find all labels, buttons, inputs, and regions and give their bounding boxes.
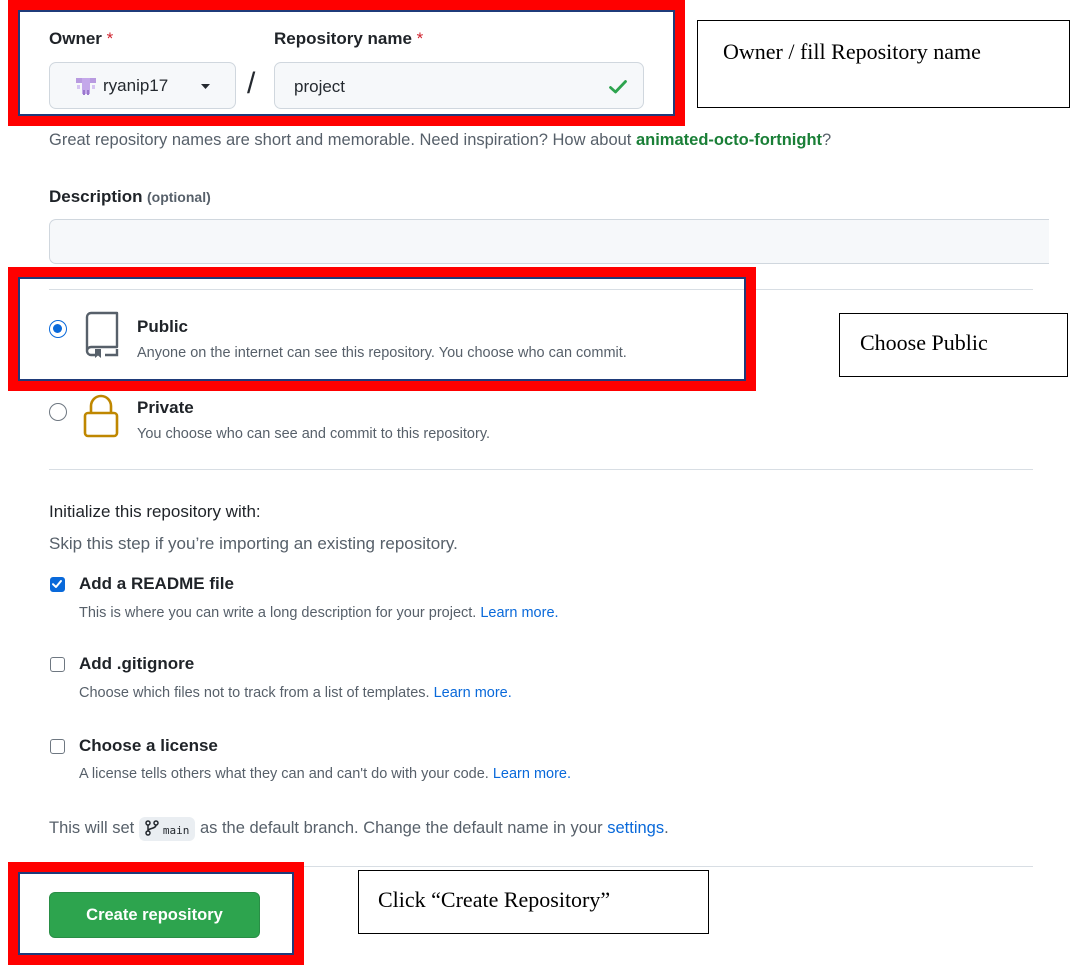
init-subheading: Skip this step if you’re importing an ex…: [49, 534, 458, 553]
license-title: Choose a license: [79, 736, 218, 755]
repo-name-hint: Great repository names are short and mem…: [49, 131, 832, 149]
gitignore-title: Add .gitignore: [79, 654, 195, 673]
gitignore-checkbox[interactable]: [50, 657, 65, 672]
callout-owner: Owner / fill Repository name: [697, 20, 1070, 108]
init-heading: Initialize this repository with:: [49, 502, 261, 521]
private-radio[interactable]: [49, 403, 67, 421]
gitignore-learn-more-link[interactable]: Learn more.: [434, 685, 512, 701]
readme-checkbox[interactable]: [50, 577, 65, 592]
license-checkbox[interactable]: [50, 739, 65, 754]
settings-link[interactable]: settings: [607, 819, 664, 837]
callout-create: Click “Create Repository”: [358, 870, 709, 934]
description-input[interactable]: [49, 219, 1049, 264]
private-title: Private: [137, 398, 194, 417]
lock-icon: [83, 394, 119, 438]
highlight-public: [8, 267, 756, 391]
description-label: Description (optional): [49, 187, 211, 206]
private-desc: You choose who can see and commit to thi…: [137, 426, 491, 442]
default-branch-note: This will set main as the default branch…: [49, 815, 669, 841]
highlight-owner-repo: [8, 0, 685, 126]
name-suggestion-link[interactable]: animated-octo-fortnight: [636, 131, 822, 149]
license-learn-more-link[interactable]: Learn more.: [493, 766, 571, 782]
callout-public: Choose Public: [839, 313, 1068, 377]
branch-name: main: [162, 823, 190, 837]
checkmark-icon: [52, 580, 62, 588]
branch-pill: main: [138, 816, 196, 841]
git-branch-icon: [145, 819, 159, 836]
divider: [49, 469, 1033, 470]
license-desc: A license tells others what they can and…: [79, 766, 572, 782]
readme-learn-more-link[interactable]: Learn more.: [480, 605, 558, 621]
readme-title: Add a README file: [79, 574, 234, 593]
highlight-create: [8, 862, 304, 965]
gitignore-desc: Choose which files not to track from a l…: [79, 685, 512, 701]
readme-desc: This is where you can write a long descr…: [79, 605, 559, 621]
